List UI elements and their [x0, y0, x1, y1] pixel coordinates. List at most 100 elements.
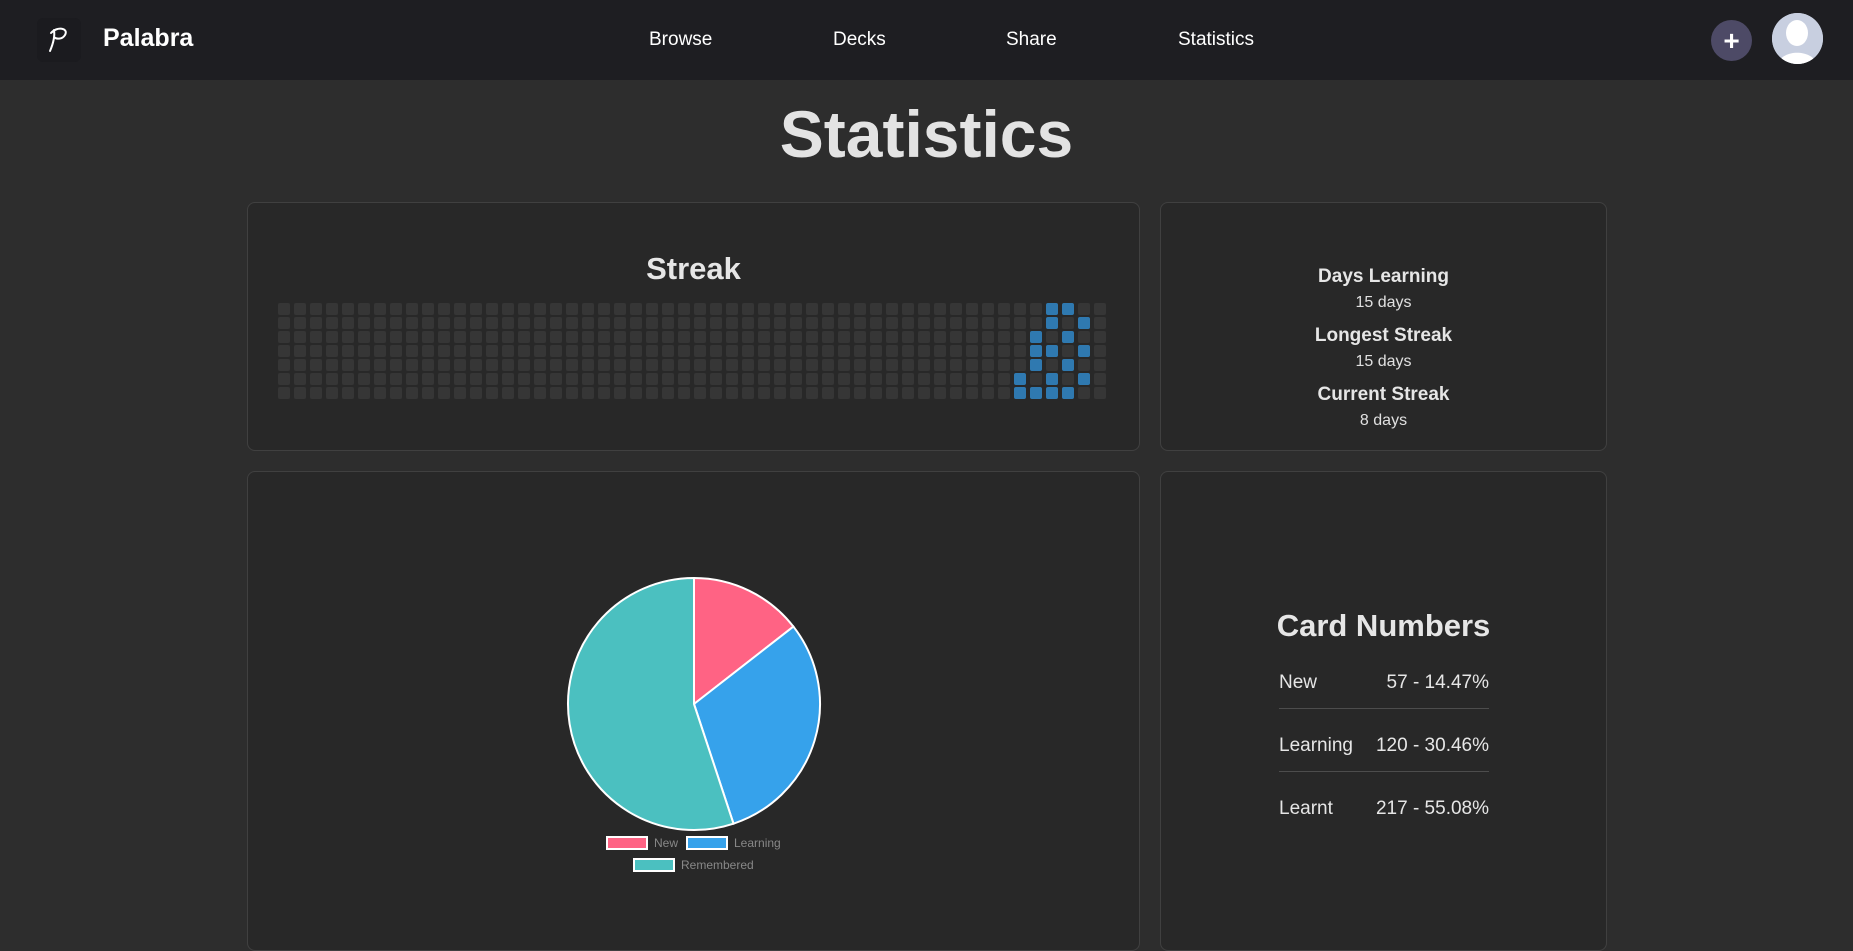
- streak-day-cell: [790, 317, 802, 329]
- streak-day-cell: [342, 303, 354, 315]
- streak-day-cell: [790, 359, 802, 371]
- brand-name[interactable]: Palabra: [103, 24, 193, 53]
- streak-day-cell: [1046, 345, 1058, 357]
- top-navbar: Palabra Browse Decks Share Statistics +: [0, 0, 1853, 80]
- streak-day-cell: [310, 387, 322, 399]
- summary-card: Days Learning 15 days Longest Streak 15 …: [1160, 202, 1607, 451]
- streak-day-cell: [998, 345, 1010, 357]
- streak-day-cell: [374, 331, 386, 343]
- streak-day-cell: [614, 317, 626, 329]
- streak-day-cell: [966, 345, 978, 357]
- streak-day-cell: [518, 373, 530, 385]
- streak-day-cell: [822, 345, 834, 357]
- longest-streak-value: 15 days: [1355, 353, 1412, 370]
- streak-day-cell: [694, 331, 706, 343]
- streak-day-cell: [1094, 373, 1106, 385]
- streak-day-cell: [502, 317, 514, 329]
- streak-day-cell: [598, 317, 610, 329]
- streak-day-cell: [902, 317, 914, 329]
- streak-day-cell: [1062, 359, 1074, 371]
- legend-item-remembered[interactable]: Remembered: [633, 858, 754, 872]
- streak-day-cell: [822, 303, 834, 315]
- streak-day-cell: [454, 345, 466, 357]
- streak-day-cell: [566, 317, 578, 329]
- streak-day-cell: [678, 303, 690, 315]
- streak-day-cell: [1014, 317, 1026, 329]
- legend-item-learning[interactable]: Learning: [686, 836, 781, 850]
- streak-day-cell: [550, 359, 562, 371]
- streak-day-cell: [646, 345, 658, 357]
- streak-day-cell: [470, 317, 482, 329]
- streak-card: Streak: [247, 202, 1140, 451]
- streak-day-cell: [838, 387, 850, 399]
- nav-link-statistics[interactable]: Statistics: [1178, 29, 1254, 51]
- pie-chart-card: New Learning Remembered: [247, 471, 1140, 951]
- streak-day-cell: [742, 373, 754, 385]
- streak-day-cell: [838, 331, 850, 343]
- streak-heatmap: [278, 303, 1106, 399]
- streak-day-cell: [598, 359, 610, 371]
- streak-day-cell: [342, 387, 354, 399]
- streak-day-cell: [694, 303, 706, 315]
- streak-day-cell: [694, 345, 706, 357]
- legend-label-new: New: [654, 836, 679, 850]
- streak-day-cell: [454, 373, 466, 385]
- streak-day-cell: [854, 373, 866, 385]
- add-button[interactable]: +: [1711, 20, 1752, 61]
- streak-day-cell: [630, 387, 642, 399]
- days-learning-label: Days Learning: [1318, 266, 1449, 287]
- streak-day-cell: [598, 373, 610, 385]
- streak-day-cell: [1046, 303, 1058, 315]
- streak-day-cell: [806, 387, 818, 399]
- streak-day-cell: [966, 303, 978, 315]
- streak-day-cell: [422, 317, 434, 329]
- streak-day-cell: [502, 387, 514, 399]
- nav-link-share[interactable]: Share: [1006, 29, 1057, 51]
- nav-link-decks[interactable]: Decks: [833, 29, 886, 51]
- streak-day-cell: [870, 387, 882, 399]
- streak-day-cell: [278, 359, 290, 371]
- palabra-logo-icon[interactable]: [37, 18, 81, 62]
- streak-day-cell: [470, 331, 482, 343]
- streak-day-cell: [1014, 345, 1026, 357]
- streak-day-cell: [342, 373, 354, 385]
- streak-day-cell: [950, 303, 962, 315]
- user-avatar[interactable]: [1772, 13, 1823, 64]
- streak-day-cell: [758, 387, 770, 399]
- streak-day-cell: [678, 317, 690, 329]
- streak-day-cell: [518, 331, 530, 343]
- streak-day-cell: [550, 303, 562, 315]
- streak-day-cell: [614, 387, 626, 399]
- nav-link-browse[interactable]: Browse: [649, 29, 712, 51]
- streak-day-cell: [438, 303, 450, 315]
- streak-day-cell: [822, 387, 834, 399]
- streak-day-cell: [294, 387, 306, 399]
- streak-day-cell: [278, 387, 290, 399]
- streak-day-cell: [950, 387, 962, 399]
- streak-day-cell: [486, 303, 498, 315]
- streak-day-cell: [374, 317, 386, 329]
- streak-day-cell: [758, 359, 770, 371]
- streak-day-cell: [854, 359, 866, 371]
- streak-day-cell: [1078, 373, 1090, 385]
- streak-day-cell: [902, 331, 914, 343]
- streak-day-cell: [790, 303, 802, 315]
- streak-day-cell: [742, 359, 754, 371]
- streak-day-cell: [678, 331, 690, 343]
- streak-day-cell: [1094, 345, 1106, 357]
- streak-day-cell: [662, 317, 674, 329]
- streak-day-cell: [982, 317, 994, 329]
- streak-day-cell: [358, 373, 370, 385]
- streak-day-cell: [390, 331, 402, 343]
- streak-day-cell: [1062, 345, 1074, 357]
- streak-day-cell: [1030, 331, 1042, 343]
- streak-day-cell: [806, 359, 818, 371]
- streak-day-cell: [966, 359, 978, 371]
- streak-day-cell: [550, 345, 562, 357]
- streak-day-cell: [982, 303, 994, 315]
- streak-day-cell: [438, 345, 450, 357]
- streak-day-cell: [838, 359, 850, 371]
- row-label: New: [1279, 672, 1318, 693]
- streak-day-cell: [1062, 303, 1074, 315]
- legend-item-new[interactable]: New: [606, 836, 678, 850]
